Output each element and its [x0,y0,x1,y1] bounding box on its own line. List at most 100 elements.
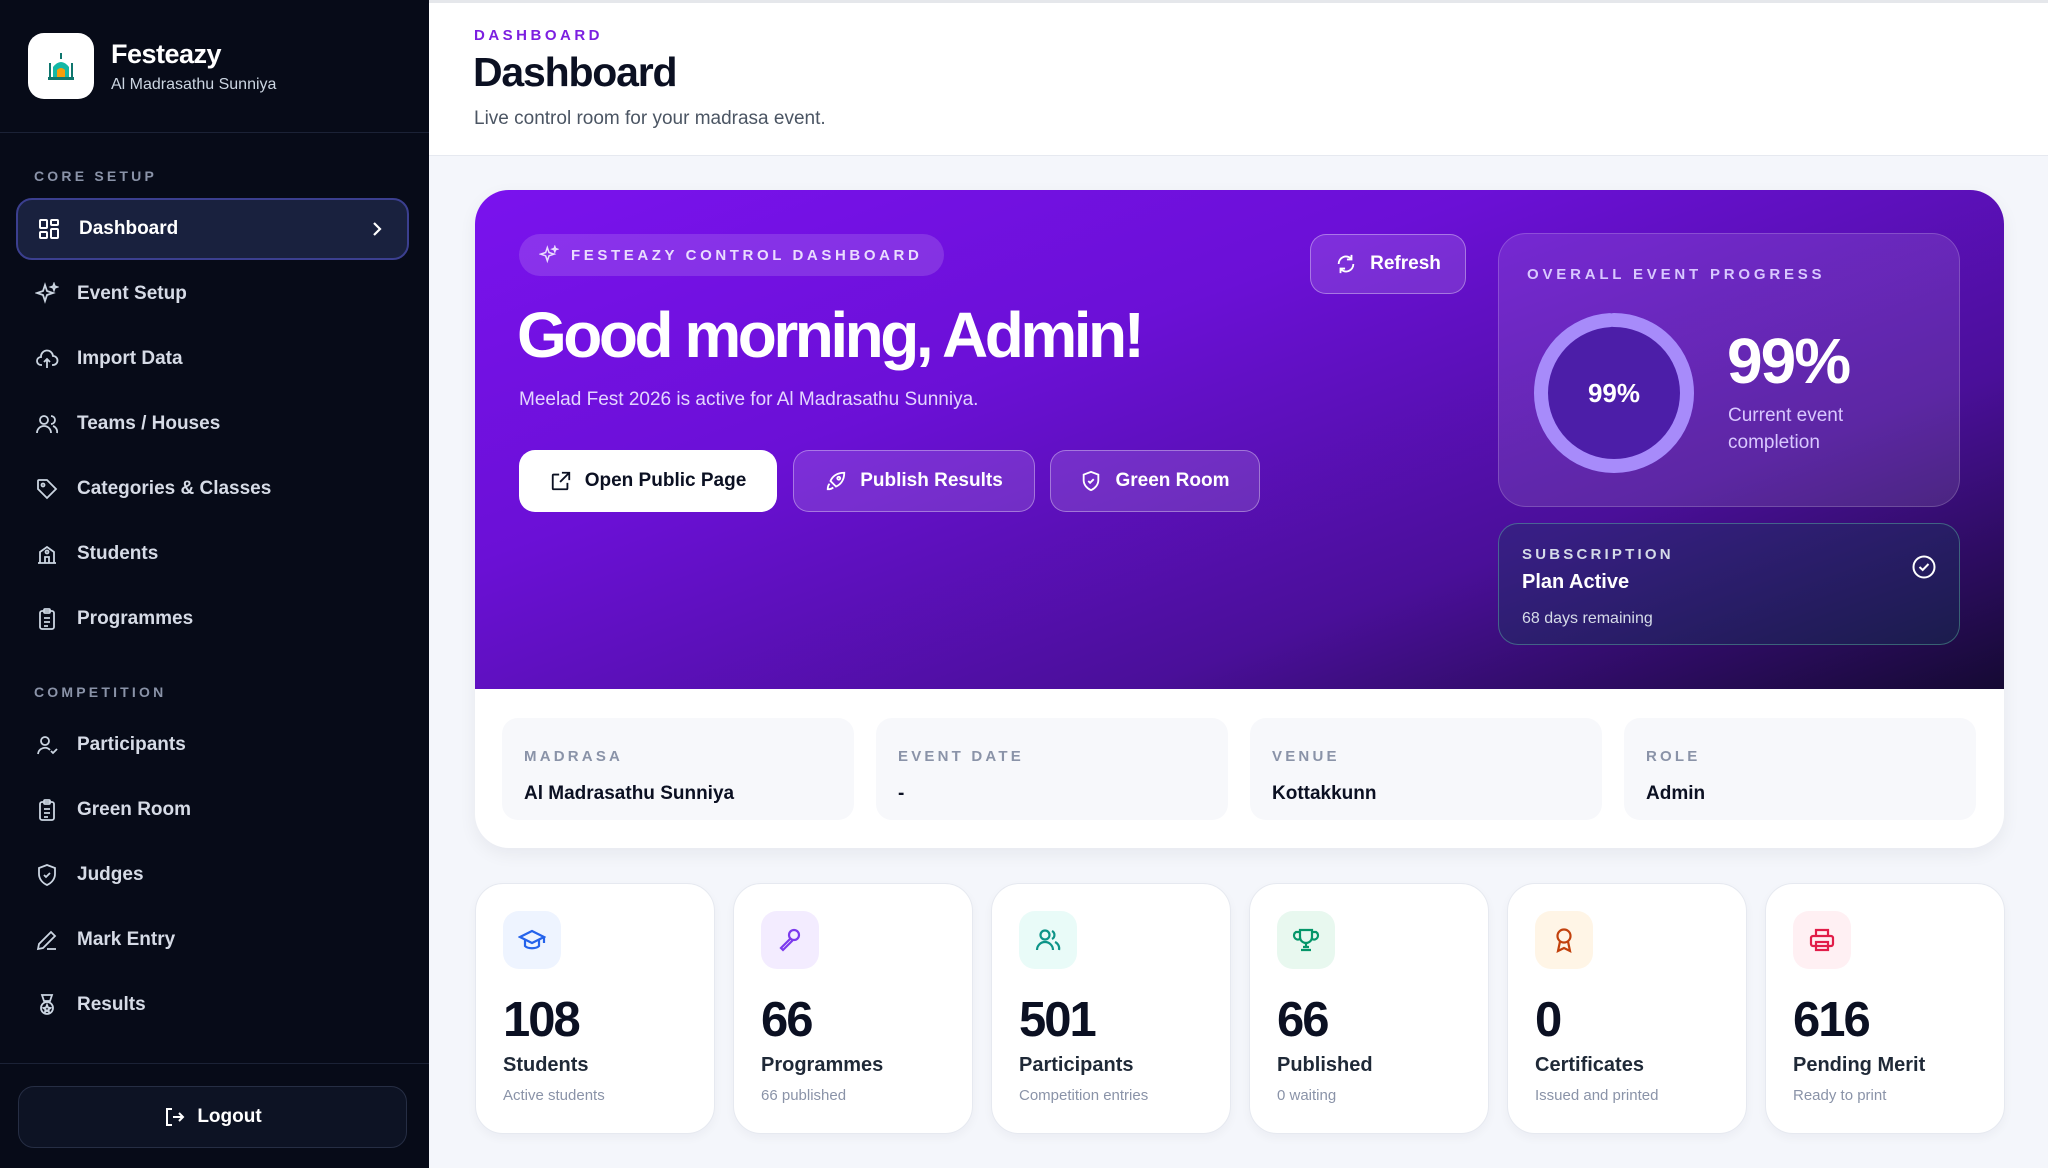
info-label: MADRASA [524,748,624,765]
open-public-page-button[interactable]: Open Public Page [519,450,777,512]
mosque-icon[interactable] [28,33,94,99]
sidebar-footer: Logout [0,1063,429,1168]
info-madrasa: MADRASA Al Madrasathu Sunniya [502,718,854,820]
hero-card: FESTEAZY CONTROL DASHBOARD Refresh Good … [475,190,2004,848]
info-value: Admin [1646,783,1706,804]
page-header: DASHBOARD Dashboard Live control room fo… [429,0,2048,156]
sidebar-item-label: Teams / Houses [77,413,221,434]
info-value: Al Madrasathu Sunniya [524,783,735,804]
sidebar-item-label: Students [77,543,159,564]
stat-number: 501 [1019,993,1097,1047]
cloud-upload-icon [34,346,60,372]
shield-icon [1083,470,1100,492]
sidebar-item-label: Event Setup [77,283,187,304]
info-event-date: EVENT DATE - [876,718,1228,820]
users-icon [1019,911,1077,969]
stat-subtext: Issued and printed [1535,1087,1659,1104]
hero-badge-label: FESTEAZY CONTROL DASHBOARD [571,246,923,264]
medal-icon [34,992,60,1018]
sidebar-item-import-data[interactable]: Import Data [16,328,409,390]
event-info-row: MADRASA Al Madrasathu Sunniya EVENT DATE… [502,718,1978,820]
stat-number: 0 [1535,993,1562,1047]
stat-number: 616 [1793,993,1871,1047]
stat-label: Published [1277,1054,1373,1076]
info-value: Kottakkunn [1272,783,1377,804]
sidebar-item-categories-classes[interactable]: Categories & Classes [16,458,409,520]
subscription-label: SUBSCRIPTION [1522,546,1674,563]
trophy-icon [1277,911,1335,969]
sidebar-item-label: Programmes [77,608,194,629]
overall-progress-card: OVERALL EVENT PROGRESS 99% 99% Current e… [1498,233,1960,507]
sparkles-icon [34,281,60,307]
sidebar-item-label: Categories & Classes [77,478,272,499]
brand-subtitle: Al Madrasathu Sunniya [111,75,277,93]
sidebar-item-dashboard[interactable]: Dashboard [16,198,409,260]
sidebar-item-event-setup[interactable]: Event Setup [16,263,409,325]
user-check-icon [34,732,60,758]
publish-results-label: Publish Results [860,470,1003,491]
open-public-page-label: Open Public Page [584,470,747,491]
clipboard-icon [34,606,60,632]
stat-label: Participants [1019,1054,1134,1076]
award-icon [1535,911,1593,969]
stat-subtext: Active students [503,1087,605,1104]
logout-icon [166,1108,185,1126]
info-label: EVENT DATE [898,748,1024,765]
stat-number: 66 [1277,993,1329,1047]
greeting-heading: Good morning, Admin! [517,299,1145,371]
sidebar-item-participants[interactable]: Participants [16,714,409,776]
info-label: VENUE [1272,748,1340,765]
pen-icon [34,927,60,953]
stat-card-programmes[interactable]: 66 Programmes 66 published [733,883,973,1134]
sidebar-item-programmes[interactable]: Programmes [16,588,409,650]
info-label: ROLE [1646,748,1701,765]
stat-card-participants[interactable]: 501 Participants Competition entries [991,883,1231,1134]
stat-card-pending-merit[interactable]: 616 Pending Merit Ready to print [1765,883,2005,1134]
sidebar-item-students[interactable]: Students [16,523,409,585]
progress-caption: Current event completion [1728,405,1844,453]
sidebar-item-green-room[interactable]: Green Room [16,779,409,841]
sparkles-icon [539,245,559,264]
check-circle-icon [1912,555,1936,579]
users-icon [34,411,60,437]
stat-subtext: Competition entries [1019,1087,1149,1104]
stat-subtext: 0 waiting [1277,1087,1337,1104]
hero-badge: FESTEAZY CONTROL DASHBOARD [519,234,945,276]
sidebar-item-teams-houses[interactable]: Teams / Houses [16,393,409,455]
green-room-button[interactable]: Green Room [1050,450,1260,512]
grid-icon [36,216,62,242]
external-link-icon [551,471,570,491]
stat-card-students[interactable]: 108 Students Active students [475,883,715,1134]
logout-button[interactable]: Logout [18,1086,407,1148]
sidebar-item-label: Dashboard [79,218,179,239]
progress-label: OVERALL EVENT PROGRESS [1527,266,1826,283]
hero-description: Meelad Fest 2026 is active for Al Madras… [519,389,979,410]
progress-ring-value: 99% [1587,377,1641,408]
stat-label: Pending Merit [1793,1054,1926,1076]
stat-card-published[interactable]: 66 Published 0 waiting [1249,883,1489,1134]
nav-section-competition: COMPETITION [34,684,167,700]
sidebar: Festeazy Al Madrasathu Sunniya CORE SETU… [0,0,429,1168]
stat-card-certificates[interactable]: 0 Certificates Issued and printed [1507,883,1747,1134]
info-venue: VENUE Kottakkunn [1250,718,1602,820]
subscription-days: 68 days remaining [1522,610,1653,627]
tag-icon [34,476,60,502]
refresh-button[interactable]: Refresh [1310,234,1466,294]
publish-results-button[interactable]: Publish Results [793,450,1035,512]
logout-label: Logout [197,1106,262,1127]
page-title: Dashboard [473,49,678,95]
page-subtitle: Live control room for your madrasa event… [474,108,826,129]
stat-subtext: 66 published [761,1087,847,1104]
graduation-cap-icon [503,911,561,969]
clipboard-icon [34,797,60,823]
shield-icon [34,862,60,888]
breadcrumb: DASHBOARD [474,27,603,44]
stat-label: Programmes [761,1054,884,1076]
sidebar-item-results[interactable]: Results [16,974,409,1036]
sidebar-item-judges[interactable]: Judges [16,844,409,906]
stat-number: 66 [761,993,813,1047]
sidebar-item-label: Results [77,994,146,1015]
sidebar-item-mark-entry[interactable]: Mark Entry [16,909,409,971]
subscription-card: SUBSCRIPTION Plan Active 68 days remaini… [1498,523,1960,645]
stat-number: 108 [503,993,581,1047]
